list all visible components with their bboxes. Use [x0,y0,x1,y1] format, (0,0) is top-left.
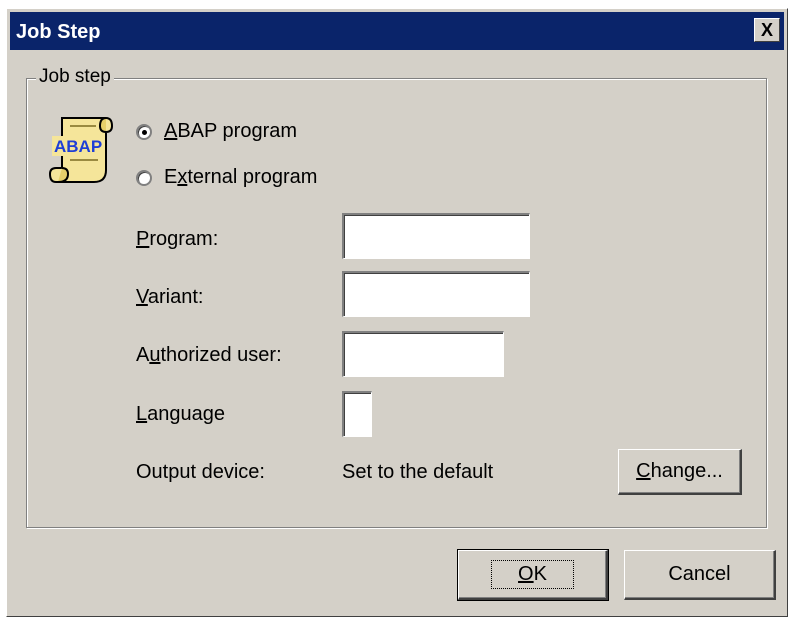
abap-icon-text: ABAP [54,137,102,156]
groupbox-label: Job step [36,66,114,88]
external-program-label: External program [164,166,318,188]
abap-program-label: ABAP program [164,120,298,142]
title-bar[interactable]: Job Step X [10,12,784,50]
close-icon: X [760,19,773,40]
language-label: Language [136,403,225,425]
abap-program-radio[interactable]: ABAP program [136,120,297,143]
external-program-radio-button[interactable] [136,169,152,186]
abap-program-radio-button[interactable] [136,123,152,140]
ok-button[interactable]: OK [457,549,609,601]
language-input[interactable] [342,391,372,437]
ok-button-label: OK [491,560,574,589]
authorized-user-label: Authorized user: [136,344,282,366]
output-device-value: Set to the default [342,461,494,483]
change-button[interactable]: Change... [618,449,742,495]
program-input[interactable] [342,213,530,259]
close-button[interactable]: X [754,18,780,42]
program-label: Program: [136,228,219,250]
cancel-button-label: Cancel [668,563,731,585]
change-button-label: Change... [636,460,723,482]
abap-script-icon: ABAP [48,117,114,183]
authorized-user-input[interactable] [342,331,504,377]
window-title: Job Step [16,21,101,43]
variant-input[interactable] [342,271,530,317]
variant-label: Variant: [136,286,204,308]
cancel-button[interactable]: Cancel [624,550,776,600]
output-device-label: Output device: [136,461,265,483]
external-program-radio[interactable]: External program [136,166,317,189]
